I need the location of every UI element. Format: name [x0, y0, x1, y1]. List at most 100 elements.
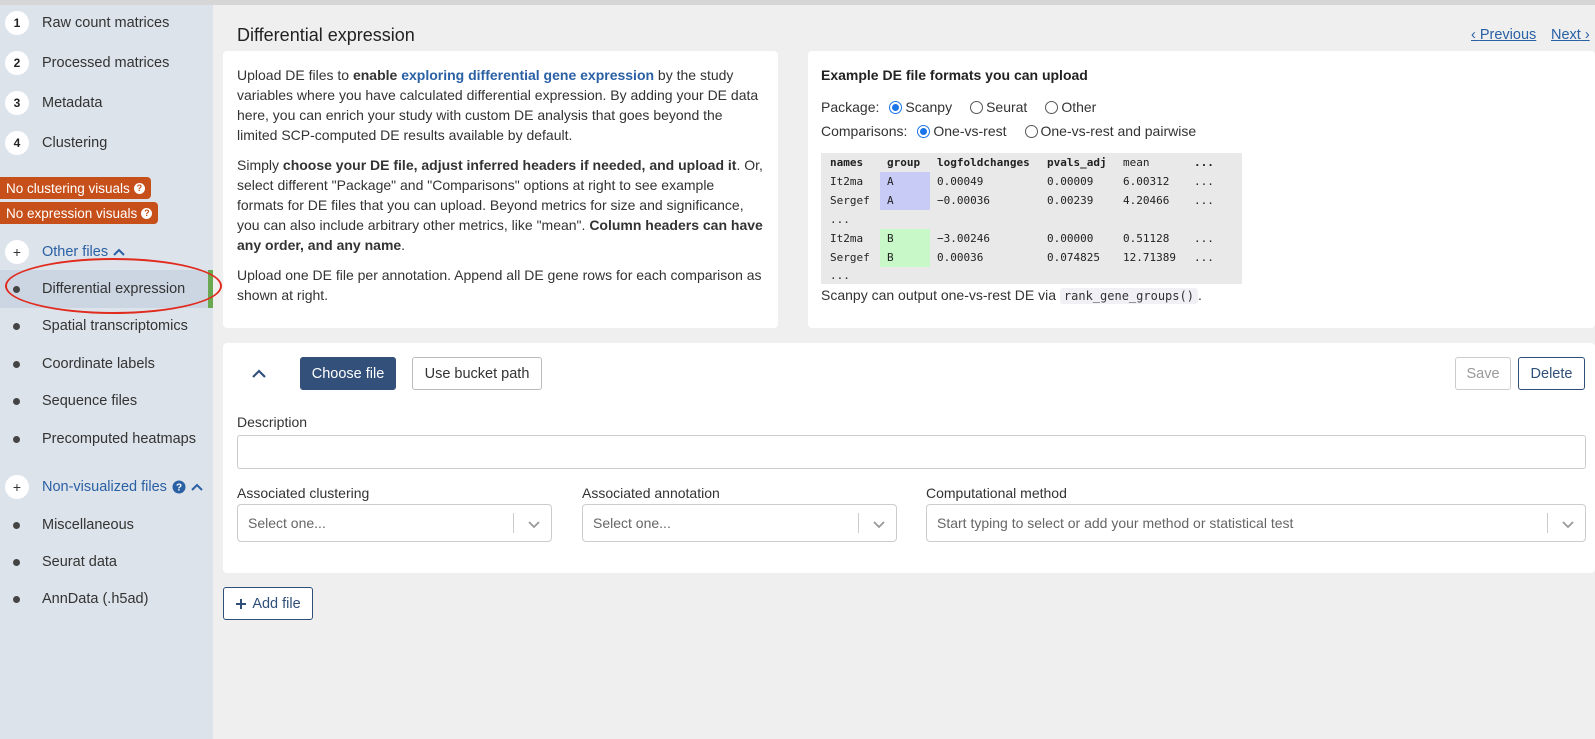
- add-file-button[interactable]: Add file: [223, 587, 313, 620]
- plus-icon: +: [5, 475, 29, 499]
- step-raw-count-matrices[interactable]: 1 Raw count matrices: [5, 10, 169, 36]
- bullet-icon: [13, 558, 20, 566]
- use-bucket-path-button[interactable]: Use bucket path: [412, 357, 542, 390]
- step-number: 3: [5, 91, 29, 115]
- svg-text:?: ?: [176, 483, 182, 494]
- no-expression-visuals-badge: No expression visuals ?: [0, 202, 159, 224]
- computational-method-select[interactable]: Start typing to select or add your metho…: [926, 504, 1586, 542]
- active-indicator: [208, 270, 213, 308]
- chevron-down-icon: [873, 521, 885, 529]
- intro-paragraph-3: Upload one DE file per annotation. Appen…: [237, 267, 762, 303]
- no-clustering-visuals-badge: No clustering visuals ?: [0, 177, 151, 199]
- group-label: Non-visualized files: [42, 479, 167, 495]
- radio-seurat[interactable]: [970, 100, 984, 114]
- other-files-group[interactable]: + Other files: [5, 239, 125, 265]
- radio-label: One-vs-rest and pairwise: [1040, 123, 1197, 139]
- radio-one-vs-rest[interactable]: [917, 124, 931, 138]
- choose-file-button[interactable]: Choose file: [300, 357, 396, 390]
- add-file-label: Add file: [252, 595, 301, 612]
- step-number: 4: [5, 131, 29, 155]
- next-link[interactable]: Next ›: [1551, 27, 1590, 43]
- sidebar-item-miscellaneous[interactable]: Miscellaneous: [0, 512, 213, 538]
- col-header: ...: [1194, 156, 1214, 169]
- select-separator: [1547, 513, 1548, 533]
- select-placeholder: Start typing to select or add your metho…: [937, 515, 1294, 531]
- sidebar-item-seurat-data[interactable]: Seurat data: [0, 549, 213, 575]
- radio-label: Seurat: [986, 99, 1028, 115]
- step-number: 2: [5, 51, 29, 75]
- scanpy-note: Scanpy can output one-vs-rest DE via ran…: [821, 287, 1202, 304]
- associated-annotation-select[interactable]: Select one...: [582, 504, 897, 542]
- package-radio-group: Package: Scanpy Seurat Other: [821, 99, 1096, 115]
- bullet-icon: [13, 521, 20, 529]
- sidebar-item-label: Sequence files: [42, 393, 138, 409]
- badge-label: No expression visuals: [6, 205, 138, 221]
- sidebar-item-precomputed-heatmaps[interactable]: Precomputed heatmaps: [0, 426, 213, 452]
- associated-clustering-label: Associated clustering: [237, 485, 370, 501]
- sidebar-item-label: Seurat data: [42, 554, 117, 570]
- col-header: mean: [1123, 156, 1150, 169]
- intro-panel: Upload DE files to enable exploring diff…: [223, 51, 778, 328]
- radio-label: One-vs-rest: [933, 123, 1007, 139]
- bullet-icon: [13, 595, 20, 603]
- sidebar-item-spatial-transcriptomics[interactable]: Spatial transcriptomics: [0, 313, 213, 339]
- step-label: Metadata: [42, 95, 103, 111]
- bullet-icon: [13, 360, 20, 368]
- chevron-up-icon: [113, 248, 125, 256]
- select-separator: [858, 513, 859, 533]
- sidebar-item-sequence-files[interactable]: Sequence files: [0, 388, 213, 414]
- help-icon[interactable]: ?: [172, 480, 186, 494]
- intro-paragraph-2: Simply choose your DE file, adjust infer…: [237, 157, 763, 253]
- sidebar-item-label: Spatial transcriptomics: [42, 318, 188, 334]
- select-placeholder: Select one...: [248, 515, 326, 531]
- sidebar: 1 Raw count matrices 2 Processed matrice…: [0, 5, 213, 739]
- other-files-toggle[interactable]: Other files: [42, 244, 125, 260]
- col-header: names: [830, 156, 864, 169]
- non-visualized-files-toggle[interactable]: Non-visualized files ?: [42, 479, 203, 495]
- comparisons-radio-group: Comparisons: One-vs-rest One-vs-rest and…: [821, 123, 1196, 139]
- step-label: Clustering: [42, 135, 108, 151]
- plus-icon: [236, 598, 247, 609]
- badge-label: No clustering visuals: [6, 180, 130, 196]
- description-input[interactable]: [237, 435, 1586, 469]
- collapse-chevron-icon[interactable]: [252, 363, 266, 384]
- chevron-down-icon: [1562, 521, 1574, 529]
- non-visualized-files-group[interactable]: + Non-visualized files ?: [5, 474, 203, 500]
- example-de-table: names group logfoldchanges pvals_adj mea…: [821, 153, 1242, 284]
- example-title: Example DE file formats you can upload: [821, 67, 1088, 83]
- description-label: Description: [237, 414, 308, 430]
- help-icon[interactable]: ?: [133, 182, 145, 194]
- code-snippet: rank_gene_groups(): [1059, 288, 1198, 304]
- radio-one-vs-rest-pairwise[interactable]: [1024, 124, 1038, 138]
- step-clustering[interactable]: 4 Clustering: [5, 130, 107, 156]
- top-strip: [0, 0, 1595, 5]
- step-metadata[interactable]: 3 Metadata: [5, 90, 102, 116]
- save-button[interactable]: Save: [1455, 357, 1511, 390]
- previous-link[interactable]: ‹ Previous: [1471, 27, 1536, 43]
- radio-scanpy[interactable]: [889, 100, 903, 114]
- sidebar-item-coordinate-labels[interactable]: Coordinate labels: [0, 351, 213, 377]
- explore-de-link[interactable]: exploring differential gene expression: [401, 67, 654, 83]
- radio-other[interactable]: [1045, 100, 1059, 114]
- bullet-icon: [13, 397, 20, 405]
- sidebar-item-anndata[interactable]: AnnData (.h5ad): [0, 586, 213, 612]
- sidebar-item-label: Differential expression: [42, 281, 186, 297]
- chevron-up-icon: [191, 483, 203, 491]
- select-placeholder: Select one...: [593, 515, 671, 531]
- step-processed-matrices[interactable]: 2 Processed matrices: [5, 50, 169, 76]
- sidebar-item-differential-expression[interactable]: Differential expression: [0, 270, 213, 308]
- page-title: Differential expression: [237, 25, 415, 45]
- delete-button[interactable]: Delete: [1518, 357, 1585, 390]
- associated-clustering-select[interactable]: Select one...: [237, 504, 552, 542]
- sidebar-item-label: AnnData (.h5ad): [42, 591, 149, 607]
- plus-icon: +: [5, 240, 29, 264]
- help-icon[interactable]: ?: [141, 207, 153, 219]
- sidebar-item-label: Precomputed heatmaps: [42, 431, 196, 447]
- select-separator: [513, 513, 514, 533]
- col-header: group: [887, 156, 921, 169]
- computational-method-label: Computational method: [926, 485, 1067, 501]
- radio-label: Other: [1061, 99, 1097, 115]
- group-label: Other files: [42, 244, 109, 260]
- comparisons-label: Comparisons:: [821, 123, 908, 139]
- sidebar-item-label: Miscellaneous: [42, 517, 134, 533]
